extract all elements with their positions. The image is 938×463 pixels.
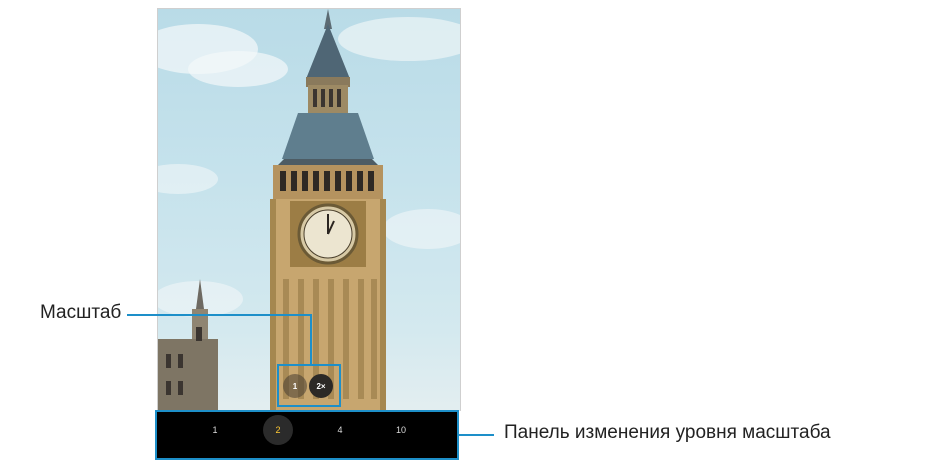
zoom-level-1[interactable]: 1 (200, 415, 230, 445)
zoom-level-2[interactable]: 2 (263, 415, 293, 445)
zoom-1x-button[interactable]: 1 (283, 374, 307, 398)
zoom-callout-line-horizontal (127, 314, 312, 316)
zoom-callout-line-vertical (310, 314, 312, 365)
zoom-panel-callout-line (459, 434, 494, 436)
camera-preview (157, 8, 461, 411)
big-ben-preview-image (158, 9, 460, 411)
zoom-callout-label: Масштаб (40, 302, 122, 323)
zoom-2x-button[interactable]: 2× (309, 374, 333, 398)
camera-zoom-diagram: 1 2× 1 2 4 10 Масштаб Панель изменения у… (0, 0, 938, 463)
zoom-panel-callout-label: Панель изменения уровня масштаба (504, 422, 831, 443)
zoom-level-10[interactable]: 10 (386, 415, 416, 445)
zoom-level-4[interactable]: 4 (325, 415, 355, 445)
